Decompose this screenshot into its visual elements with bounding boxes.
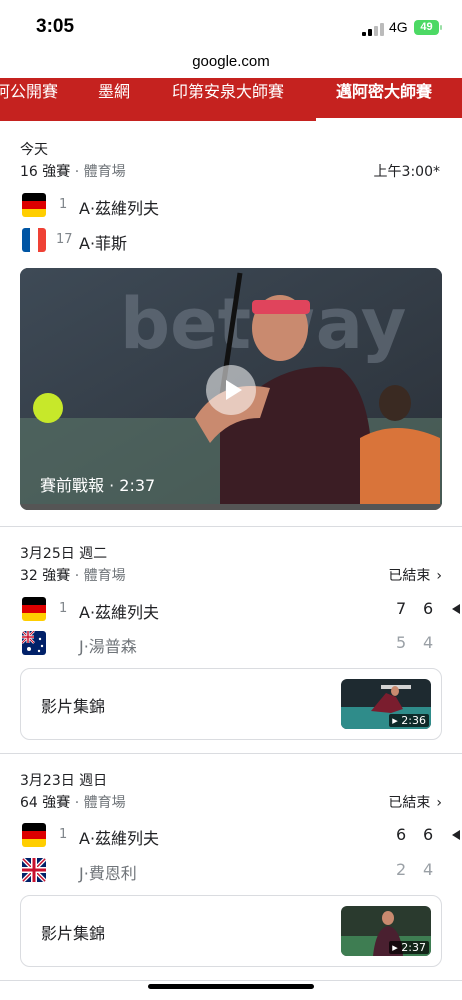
match-round: 64 強賽 · 體育場	[20, 795, 126, 811]
highlights-thumbnail[interactable]: ▸ 2:37	[341, 906, 431, 956]
player-seed: 17	[56, 232, 73, 247]
highlights-card[interactable]: 影片集錦 ▸ 2:37	[20, 895, 442, 967]
video-duration: ▸ 2:37	[389, 941, 429, 954]
match-date: 3月23日 週日	[20, 773, 108, 789]
match-date: 今天	[20, 142, 48, 158]
set-score: 6	[423, 599, 434, 618]
germany-flag-icon	[22, 823, 46, 847]
set-score: 5	[396, 633, 407, 652]
player-seed: 1	[59, 827, 68, 842]
tab-mexican-open[interactable]: 墨網	[98, 78, 130, 121]
highlights-card[interactable]: 影片集錦 ▸ 2:36	[20, 668, 442, 740]
france-flag-icon	[22, 228, 46, 252]
player-name[interactable]: J·湯普森	[79, 633, 137, 657]
player-name[interactable]: A·茲維列夫	[79, 599, 159, 623]
tab-miami-open[interactable]: 阿公開賽	[0, 78, 58, 121]
winner-indicator-icon	[452, 830, 460, 840]
network-label: 4G	[389, 19, 408, 35]
highlights-thumbnail[interactable]: ▸ 2:36	[341, 679, 431, 729]
uk-flag-icon	[22, 858, 46, 882]
tab-miami-masters[interactable]: 邁阿密大師賽	[336, 78, 432, 121]
active-tab-indicator	[316, 118, 462, 121]
set-score: 2	[396, 860, 407, 879]
player-name[interactable]: A·茲維列夫	[79, 825, 159, 849]
germany-flag-icon	[22, 597, 46, 621]
battery-tip	[440, 25, 442, 30]
match-round: 32 強賽 · 體育場	[20, 568, 126, 584]
set-score: 6	[423, 825, 434, 844]
round-label: 32 強賽	[20, 568, 71, 584]
video-caption: 賽前戰報 · 2:37	[40, 476, 156, 495]
match-status[interactable]: 已結束 ›	[388, 565, 442, 585]
tab-indian-wells[interactable]: 印第安泉大師賽	[172, 78, 284, 121]
match-round: 16 強賽 · 體育場	[20, 164, 126, 180]
section-divider	[0, 526, 462, 527]
section-divider	[0, 753, 462, 754]
tournament-tabs: 阿公開賽 墨網 印第安泉大師賽 邁阿密大師賽	[0, 78, 462, 121]
clock: 3:05	[36, 16, 75, 37]
duration-label: 2:36	[401, 714, 426, 727]
section-divider	[0, 980, 462, 981]
venue-label: 體育場	[83, 795, 126, 811]
germany-flag-icon	[22, 193, 46, 217]
australia-flag-icon	[22, 631, 46, 655]
status-bar: 3:05 4G 49	[0, 0, 462, 48]
round-label: 16 強賽	[20, 164, 71, 180]
match-date: 3月25日 週二	[20, 546, 108, 562]
winner-indicator-icon	[452, 604, 460, 614]
home-indicator[interactable]	[148, 984, 314, 989]
chevron-right-icon: ›	[436, 568, 442, 584]
duration-label: 2:37	[401, 941, 426, 954]
battery-icon: 49	[414, 20, 439, 35]
match-time: 上午3:00*	[373, 164, 440, 180]
video-duration: ▸ 2:36	[389, 714, 429, 727]
set-score: 4	[423, 860, 434, 879]
address-bar[interactable]: google.com	[0, 53, 462, 70]
highlights-label: 影片集錦	[41, 924, 106, 943]
round-label: 64 強賽	[20, 795, 71, 811]
status-label: 已結束	[388, 795, 431, 811]
set-score: 4	[423, 633, 434, 652]
match-status[interactable]: 已結束 ›	[388, 792, 442, 812]
status-label: 已結束	[388, 568, 431, 584]
player-name[interactable]: A·菲斯	[79, 230, 127, 254]
play-button[interactable]	[206, 365, 256, 415]
player-name[interactable]: J·費恩利	[79, 860, 137, 884]
player-seed: 1	[59, 601, 68, 616]
venue-label: 體育場	[83, 164, 126, 180]
player-name[interactable]: A·茲維列夫	[79, 195, 159, 219]
venue-label: 體育場	[83, 568, 126, 584]
signal-icon	[362, 22, 384, 36]
highlights-label: 影片集錦	[41, 697, 106, 716]
set-score: 7	[396, 599, 407, 618]
player-seed: 1	[59, 197, 68, 212]
set-score: 6	[396, 825, 407, 844]
chevron-right-icon: ›	[436, 795, 442, 811]
